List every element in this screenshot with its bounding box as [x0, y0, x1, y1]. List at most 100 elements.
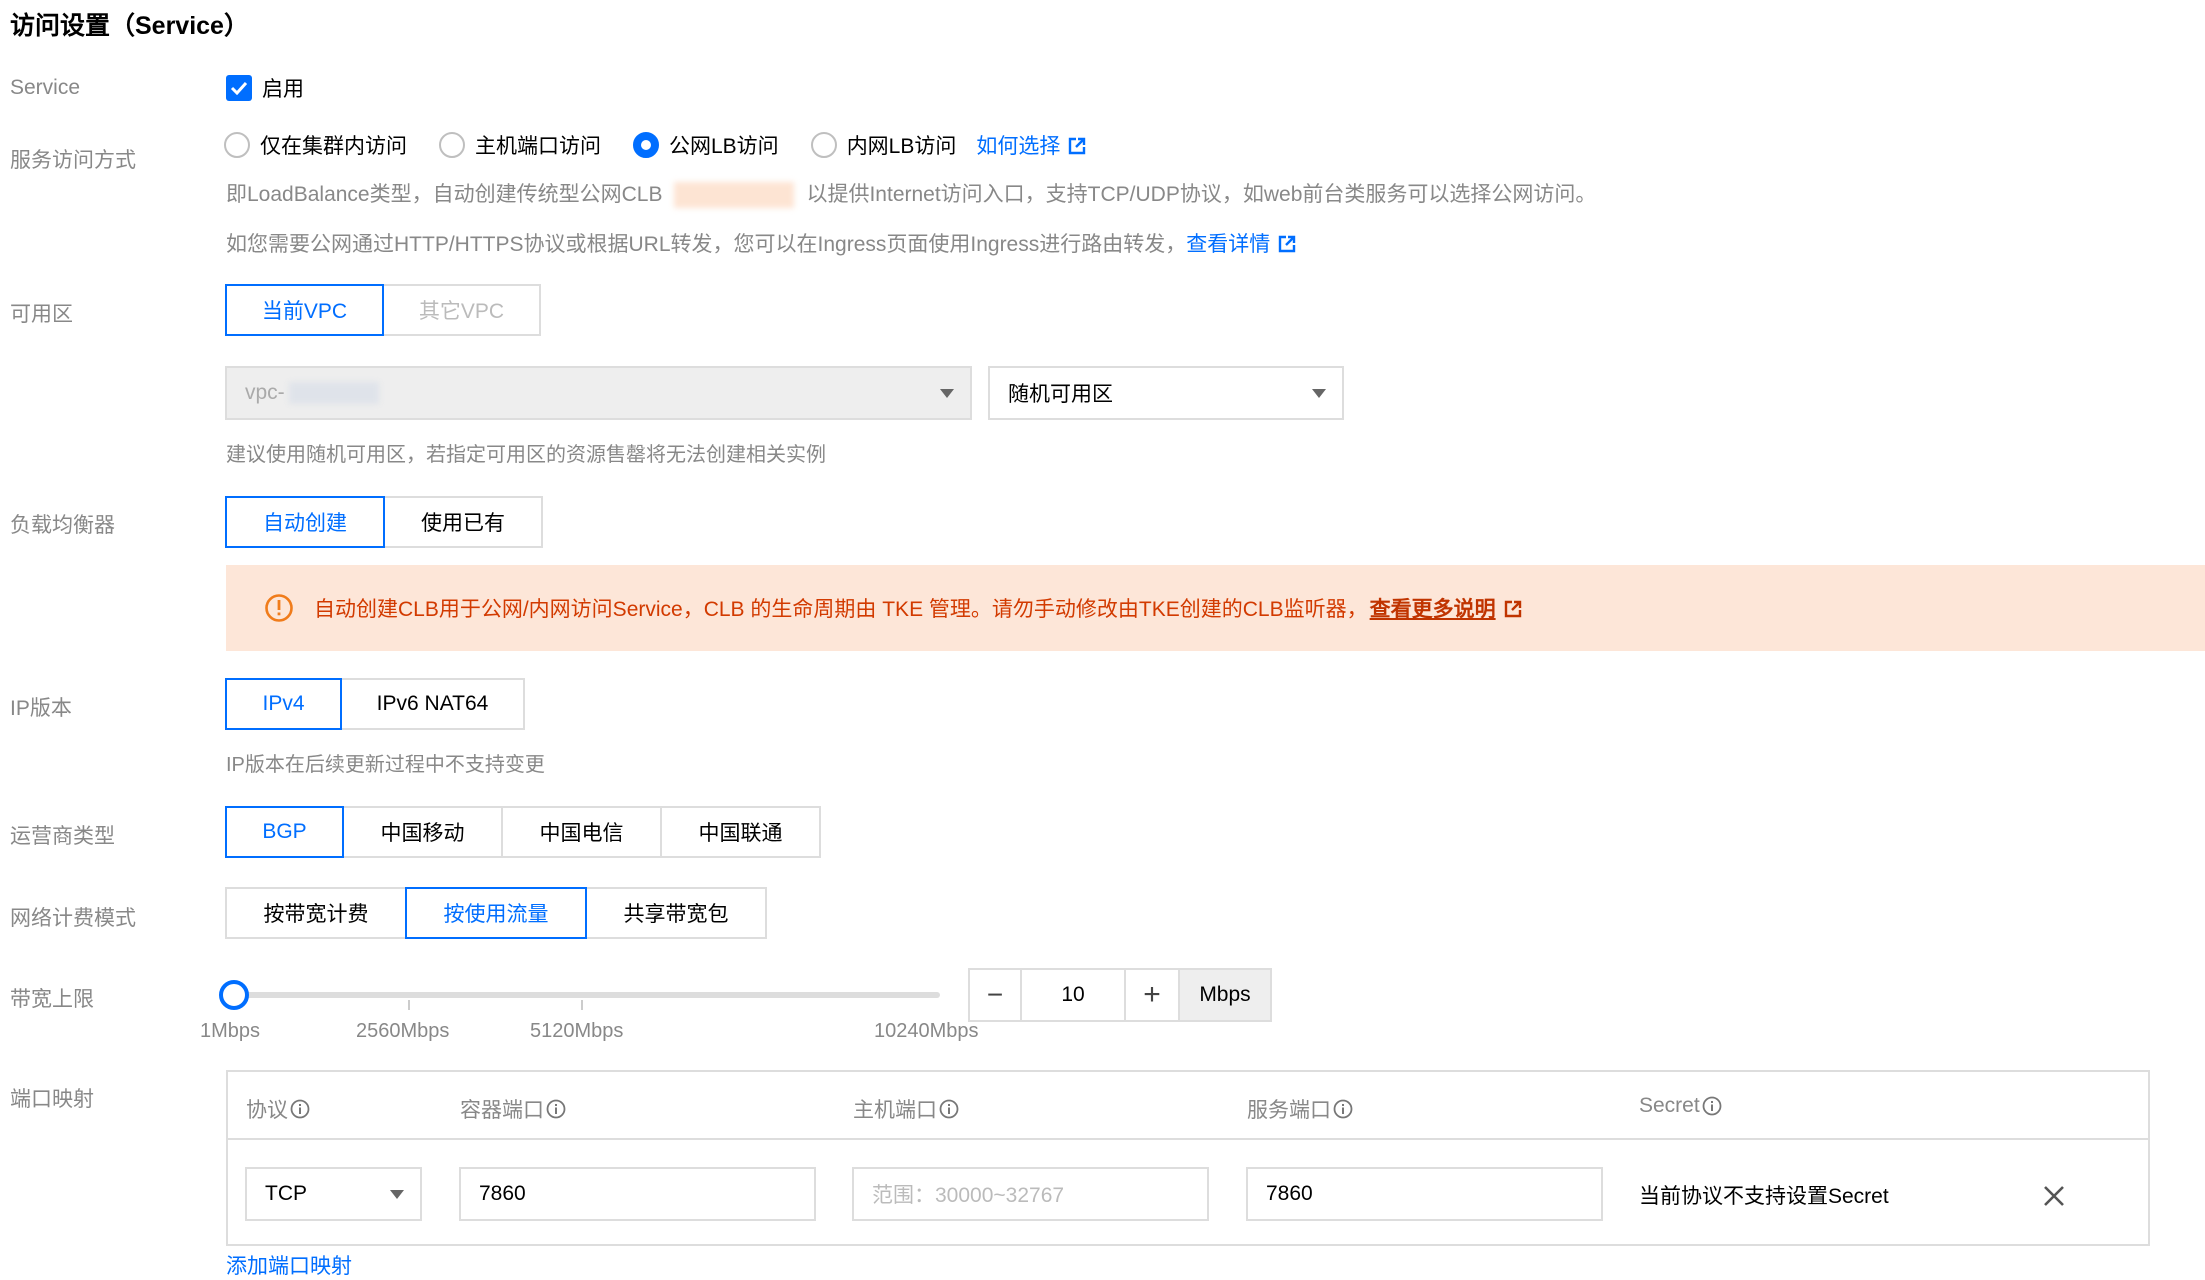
close-icon[interactable] — [2042, 1184, 2066, 1208]
column-secret: Secret — [1639, 1094, 1722, 1118]
bandwidth-stepper: − 10 + Mbps — [968, 968, 1272, 1022]
minus-icon: − — [986, 979, 1004, 1010]
ip-version-label: IP版本 — [10, 697, 72, 720]
port-mapping-table: 协议 容器端口 主机端口 服务端口 Secret TCP 7860 范围：300… — [226, 1070, 2150, 1246]
how-to-choose-link[interactable]: 如何选择 — [976, 130, 1086, 160]
ip-version-hint: IP版本在后续更新过程中不支持变更 — [226, 754, 545, 776]
alert-message: 自动创建CLB用于公网/内网访问Service，CLB 的生命周期由 TKE 管… — [314, 593, 1522, 623]
info-icon[interactable] — [939, 1099, 959, 1119]
lb-alert: 自动创建CLB用于公网/内网访问Service，CLB 的生命周期由 TKE 管… — [226, 565, 2205, 651]
column-container-port: 容器端口 — [460, 1094, 566, 1124]
warning-icon — [265, 594, 293, 622]
vpc-select-value: vpc- — [245, 381, 285, 404]
radio-label: 仅在集群内访问 — [260, 135, 407, 158]
tab-auto-create[interactable]: 自动创建 — [225, 496, 385, 548]
zone-select-value: 随机可用区 — [1008, 383, 1113, 406]
tab-other-vpc[interactable]: 其它VPC — [382, 284, 541, 336]
external-link-icon — [1069, 137, 1086, 155]
chevron-down-icon — [940, 389, 954, 398]
section-title: 访问设置（Service） — [10, 12, 249, 40]
lb-tabs: 自动创建 使用已有 — [225, 496, 543, 548]
chevron-down-icon — [390, 1190, 404, 1199]
billing-label: 网络计费模式 — [10, 907, 136, 930]
access-mode-desc-2: 如您需要公网通过HTTP/HTTPS协议或根据URL转发，您可以在Ingress… — [226, 228, 1296, 258]
info-icon[interactable] — [1333, 1099, 1353, 1119]
protocol-select[interactable]: TCP — [245, 1167, 422, 1221]
bandwidth-label: 带宽上限 — [10, 988, 94, 1011]
tab-by-bandwidth[interactable]: 按带宽计费 — [225, 887, 407, 939]
service-enable-label: 启用 — [262, 78, 304, 101]
tab-ipv4[interactable]: IPv4 — [225, 678, 342, 730]
view-details-link[interactable]: 查看详情 — [1186, 233, 1296, 256]
radio-public-lb[interactable]: 公网LB访问 — [633, 130, 779, 160]
access-mode-radio-group: 仅在集群内访问 主机端口访问 公网LB访问 内网LB访问 如何选择 — [224, 130, 1086, 160]
radio-cluster-only[interactable]: 仅在集群内访问 — [224, 130, 407, 160]
isp-label: 运营商类型 — [10, 825, 115, 848]
slider-tick-label: 5120Mbps — [530, 1020, 624, 1042]
tab-ipv6-nat64[interactable]: IPv6 NAT64 — [340, 678, 525, 730]
tab-china-mobile[interactable]: 中国移动 — [342, 806, 503, 858]
tab-use-existing[interactable]: 使用已有 — [383, 496, 543, 548]
alert-text: 自动创建CLB用于公网/内网访问Service，CLB 的生命周期由 TKE 管… — [314, 598, 1368, 621]
chevron-down-icon — [1312, 389, 1326, 398]
port-mapping-label: 端口映射 — [10, 1088, 94, 1111]
column-title: 协议 — [246, 1099, 288, 1122]
view-more-text: 查看更多说明 — [1369, 598, 1496, 621]
zone-vpc-tabs: 当前VPC 其它VPC — [225, 284, 541, 336]
radio-label: 内网LB访问 — [846, 135, 957, 158]
radio-host-port[interactable]: 主机端口访问 — [439, 130, 601, 160]
add-port-mapping-link[interactable]: 添加端口映射 — [226, 1250, 352, 1280]
decrement-button[interactable]: − — [968, 968, 1022, 1022]
service-port-input[interactable]: 7860 — [1246, 1167, 1603, 1221]
column-service-port: 服务端口 — [1247, 1094, 1353, 1124]
column-protocol: 协议 — [246, 1094, 310, 1124]
secret-unsupported-text: 当前协议不支持设置Secret — [1639, 1185, 1889, 1208]
external-link-icon — [1504, 600, 1521, 618]
radio-selected-icon — [633, 132, 659, 158]
zone-select[interactable]: 随机可用区 — [988, 366, 1344, 420]
redacted-clb-name — [674, 182, 795, 209]
slider-tick-label: 2560Mbps — [356, 1020, 450, 1042]
tab-china-telecom[interactable]: 中国电信 — [501, 806, 662, 858]
bandwidth-unit: Mbps — [1178, 968, 1272, 1022]
container-port-input[interactable]: 7860 — [459, 1167, 816, 1221]
tab-shared-bandwidth[interactable]: 共享带宽包 — [585, 887, 767, 939]
vpc-select[interactable]: vpc- — [225, 366, 972, 420]
tab-current-vpc[interactable]: 当前VPC — [225, 284, 384, 336]
bandwidth-slider-track[interactable] — [234, 992, 940, 998]
desc-text: 即LoadBalance类型，自动创建传统型公网CLB — [226, 183, 663, 206]
radio-icon — [439, 132, 465, 158]
info-icon[interactable] — [1702, 1096, 1722, 1116]
lb-label: 负载均衡器 — [10, 514, 115, 537]
column-host-port: 主机端口 — [853, 1094, 959, 1124]
column-title: 服务端口 — [1247, 1099, 1331, 1122]
tab-china-unicom[interactable]: 中国联通 — [660, 806, 821, 858]
port-mapping-header: 协议 容器端口 主机端口 服务端口 Secret — [228, 1072, 2148, 1140]
info-icon[interactable] — [546, 1099, 566, 1119]
radio-private-lb[interactable]: 内网LB访问 — [810, 130, 957, 160]
tab-bgp[interactable]: BGP — [225, 806, 344, 858]
protocol-value: TCP — [265, 1182, 307, 1205]
column-title: 容器端口 — [460, 1099, 544, 1122]
slider-tick-label: 10240Mbps — [874, 1020, 979, 1042]
isp-tabs: BGP 中国移动 中国电信 中国联通 — [225, 806, 821, 858]
external-link-icon — [1279, 235, 1296, 253]
desc-text: 以提供Internet访问入口，支持TCP/UDP协议，如web前台类服务可以选… — [806, 183, 1597, 206]
column-title: Secret — [1639, 1094, 1700, 1117]
service-enable-checkbox[interactable]: 启用 — [226, 73, 304, 103]
slider-tick — [581, 1000, 583, 1010]
view-more-link[interactable]: 查看更多说明 — [1370, 598, 1496, 621]
zone-hint: 建议使用随机可用区，若指定可用区的资源售罄将无法创建相关实例 — [226, 444, 826, 466]
desc-text: 如您需要公网通过HTTP/HTTPS协议或根据URL转发，您可以在Ingress… — [226, 233, 1187, 256]
redacted-vpc-id — [288, 382, 379, 404]
bandwidth-value-input[interactable]: 10 — [1020, 968, 1126, 1022]
tab-by-traffic[interactable]: 按使用流量 — [405, 887, 587, 939]
checkbox-checked-icon — [226, 75, 252, 101]
column-title: 主机端口 — [853, 1099, 937, 1122]
service-label: Service — [10, 76, 81, 99]
info-icon[interactable] — [290, 1099, 310, 1119]
increment-button[interactable]: + — [1124, 968, 1180, 1022]
bandwidth-slider-handle[interactable] — [219, 980, 249, 1010]
host-port-input[interactable]: 范围：30000~32767 — [852, 1167, 1209, 1221]
how-to-choose-text: 如何选择 — [976, 135, 1061, 158]
